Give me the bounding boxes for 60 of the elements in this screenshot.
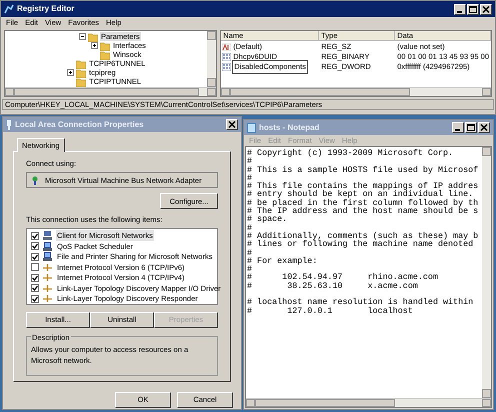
text-line: # 127.0.0.1 localhost: [247, 306, 413, 315]
text-line: #: [247, 265, 252, 274]
protocol-icon: [43, 262, 52, 272]
protocol-icon: [43, 273, 52, 282]
text-line: # space.: [247, 215, 288, 224]
close-icon: [480, 124, 488, 131]
expand-icon[interactable]: [67, 69, 74, 76]
scrollbar[interactable]: [482, 147, 491, 398]
collapse-icon[interactable]: [79, 33, 86, 40]
adapter-icon: [31, 176, 39, 185]
maximize-button[interactable]: [467, 4, 479, 14]
text-line: # localhost name resolution is handled within: [247, 298, 474, 307]
maximize-button[interactable]: [465, 122, 477, 133]
text-line: # entry should be kept on an individual line.: [247, 190, 474, 199]
expand-icon[interactable]: [91, 42, 98, 49]
text-line: # Copyright (c) 1993-2009 Microsoft Corp.: [247, 149, 454, 158]
text-line: # lines or following the machine name denoted: [247, 240, 474, 249]
checkbox[interactable]: [31, 242, 39, 250]
maximize-icon: [467, 124, 475, 131]
close-button[interactable]: [478, 122, 490, 133]
window-title: Registry Editor: [17, 3, 76, 15]
text-line: #: [247, 224, 252, 232]
text-line: #: [247, 157, 252, 166]
protocol-icon: [43, 294, 52, 304]
text-line: # The IP address and the host name should be s: [247, 207, 478, 216]
checkbox[interactable]: [31, 252, 39, 261]
text-line: # 102.54.94.97 rhino.acme.com: [247, 273, 438, 282]
checkbox[interactable]: [31, 284, 39, 292]
network-icon: [6, 120, 12, 130]
text-line: # For example:: [247, 256, 318, 266]
computer-icon: [43, 242, 52, 251]
computer-icon: [43, 252, 52, 262]
checkbox[interactable]: [31, 263, 39, 272]
window-title: Local Area Connection Properties: [15, 118, 145, 130]
checkbox[interactable]: [31, 232, 39, 240]
checkbox[interactable]: [31, 274, 39, 282]
registry-icon: [4, 4, 14, 14]
maximize-icon: [469, 6, 477, 12]
network-computer-icon: [43, 231, 52, 240]
close-icon: [482, 6, 490, 12]
close-button[interactable]: [226, 119, 238, 130]
text-line: # Additionally, comments (such as these) may b: [247, 232, 478, 240]
minimize-button[interactable]: [452, 122, 464, 133]
scrollbar[interactable]: [5, 87, 216, 96]
text-line: # This file contains the mappings of IP addres: [247, 182, 478, 190]
checkbox[interactable]: [31, 294, 39, 303]
minimize-button[interactable]: [454, 4, 466, 14]
text-line: #: [247, 248, 252, 257]
close-button[interactable]: [480, 4, 492, 14]
window-title: hosts - Notepad: [259, 122, 320, 134]
text-line: # This is a sample HOSTS file used by Microsof: [247, 166, 478, 174]
scrollbar[interactable]: [207, 31, 216, 87]
scrollbar[interactable]: [221, 87, 491, 96]
notepad-icon: [247, 122, 256, 132]
text-line: #: [247, 174, 252, 182]
close-icon: [228, 121, 236, 128]
scrollbar[interactable]: [246, 398, 491, 407]
text-line: # be placed in the first column followed by th: [247, 198, 478, 208]
protocol-icon: [43, 284, 52, 293]
text-line: # 38.25.63.10 x.acme.com: [247, 282, 418, 290]
